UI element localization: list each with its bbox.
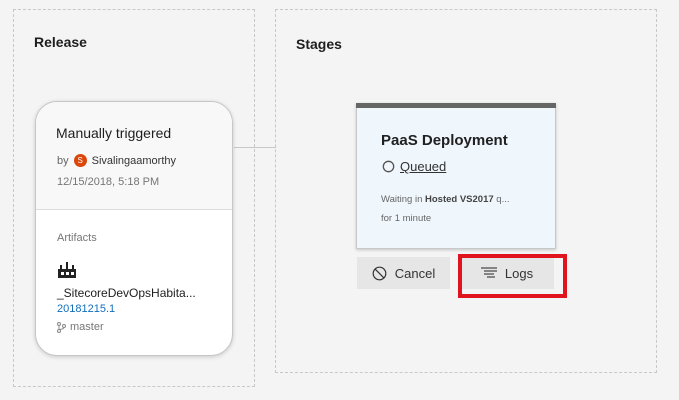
pipeline-connector	[234, 147, 276, 148]
wait-suffix: q...	[496, 194, 510, 205]
release-section-title: Release	[34, 34, 87, 50]
stage-status-bar	[356, 103, 556, 108]
release-card[interactable]: Manually triggered by S Sivalingaamorthy…	[35, 101, 233, 356]
trigger-text: Manually triggered	[56, 125, 172, 141]
wait-duration: for 1 minute	[381, 213, 432, 224]
stage-status-link[interactable]: Queued	[400, 159, 446, 174]
stage-name: PaaS Deployment	[381, 132, 508, 149]
artifact-name[interactable]: _SitecoreDevOpsHabita...	[57, 286, 196, 300]
author-name: Sivalingaamorthy	[91, 154, 176, 167]
wait-prefix: Waiting in	[381, 194, 423, 205]
stage-card[interactable]: PaaS Deployment Queued Waiting in Hosted…	[356, 103, 556, 249]
artifact-version-link[interactable]: 20181215.1	[57, 303, 115, 315]
author-row: by S Sivalingaamorthy	[57, 154, 176, 167]
branch-name: master	[70, 321, 104, 333]
by-label: by	[57, 154, 69, 167]
avatar: S	[73, 154, 87, 167]
release-card-header: Manually triggered by S Sivalingaamorthy…	[36, 102, 232, 210]
stages-section-title: Stages	[296, 36, 342, 52]
logs-highlight-box	[458, 254, 567, 298]
wait-info: Waiting in Hosted VS2017 q...	[381, 194, 510, 205]
stage-status-row: Queued	[382, 159, 446, 174]
build-artifact-icon	[58, 262, 76, 278]
agent-pool: Hosted VS2017	[425, 194, 494, 205]
release-date: 12/15/2018, 5:18 PM	[57, 176, 160, 188]
cancel-icon	[372, 266, 387, 280]
branch-icon	[57, 321, 66, 333]
cancel-button[interactable]: Cancel	[357, 257, 450, 289]
branch-row: master	[57, 321, 104, 333]
cancel-button-label: Cancel	[394, 265, 436, 281]
queued-status-icon	[382, 160, 395, 173]
artifacts-label: Artifacts	[57, 232, 97, 244]
